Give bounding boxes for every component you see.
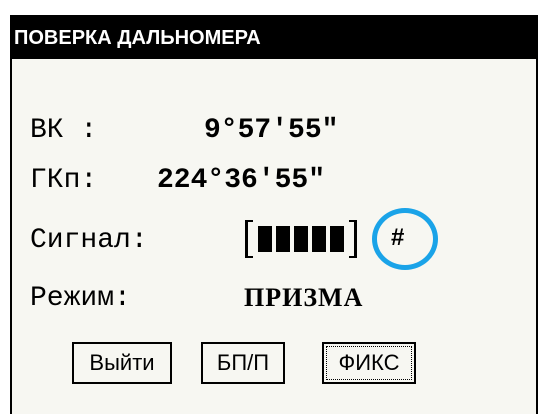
fix-button-label: ФИКС [326, 346, 412, 380]
vk-label: ВК : [30, 115, 98, 146]
signal-strength-meter [245, 220, 357, 258]
signal-label: Сигнал: [30, 225, 148, 256]
gkp-value: 224°36'55" [157, 165, 326, 196]
bpp-button[interactable]: БП/П [201, 342, 285, 384]
bpp-button-label: БП/П [216, 350, 270, 375]
highlight-ring [372, 208, 438, 270]
signal-bars [258, 226, 344, 252]
instrument-screen: ПОВЕРКА ДАЛЬНОМЕРА ВК : 9°57'55" ГКп: 22… [10, 15, 538, 414]
vk-value: 9°57'55" [204, 115, 339, 146]
signal-bar [276, 226, 290, 252]
signal-bar [294, 226, 308, 252]
signal-bar [258, 226, 272, 252]
window-title: ПОВЕРКА ДАЛЬНОМЕРА [12, 15, 536, 59]
mode-label: Режим: [30, 283, 131, 314]
fix-button[interactable]: ФИКС [322, 342, 416, 384]
signal-bracket-right [349, 220, 357, 258]
gkp-label: ГКп: [30, 165, 98, 196]
mode-value: ПРИЗМА [244, 283, 364, 312]
signal-bar [312, 226, 326, 252]
exit-button-label: Выйти [89, 350, 155, 375]
exit-button[interactable]: Выйти [72, 342, 172, 384]
signal-bar [330, 226, 344, 252]
signal-bracket-left [245, 220, 253, 258]
